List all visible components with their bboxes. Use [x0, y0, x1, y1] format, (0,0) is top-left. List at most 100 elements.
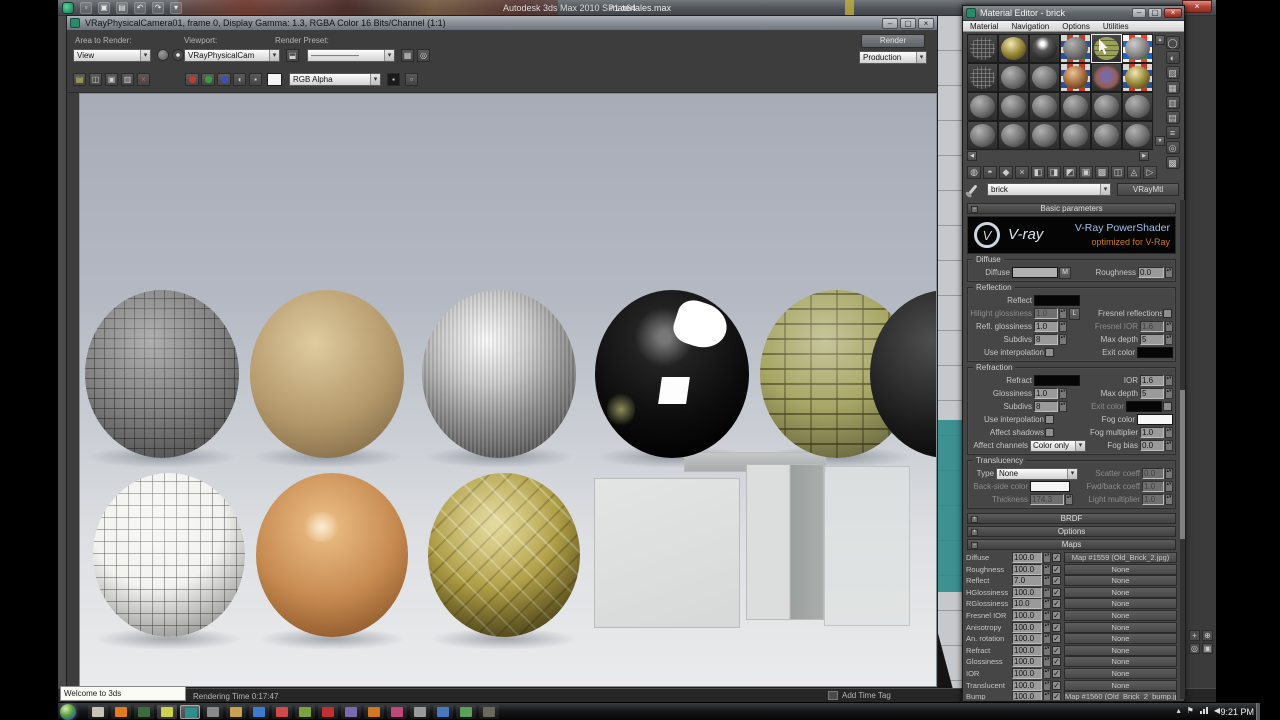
use-interpolation-checkbox[interactable]: [1045, 348, 1054, 357]
material-slot-gray[interactable]: [1029, 92, 1060, 121]
parameters-scrollbar[interactable]: [1180, 200, 1185, 699]
video-color-check-icon[interactable]: ▥: [1165, 96, 1180, 109]
green-channel-icon[interactable]: [201, 73, 215, 86]
taskbar-icon-flash[interactable]: [318, 705, 338, 719]
material-slot-gray[interactable]: [1122, 121, 1153, 150]
fog-bias-field[interactable]: 0.0: [1140, 440, 1164, 451]
show-end-result-icon[interactable]: ◫: [1111, 166, 1125, 179]
map-enable-checkbox[interactable]: ✓: [1052, 610, 1061, 620]
scroll-left-icon[interactable]: ◀: [967, 151, 977, 161]
layer-view-icon[interactable]: ▪: [387, 73, 400, 86]
map-slot-button[interactable]: None: [1064, 656, 1177, 668]
map-enable-checkbox[interactable]: ✓: [1052, 657, 1061, 667]
map-amount-field[interactable]: 100.0: [1012, 586, 1042, 598]
make-preview-icon[interactable]: ▤: [1165, 111, 1180, 124]
close-button[interactable]: ×: [918, 18, 934, 29]
subdivs-field[interactable]: 8: [1034, 401, 1058, 412]
lock-viewport-icon[interactable]: ⬓: [286, 49, 299, 62]
orbit-icon[interactable]: ◎: [1189, 643, 1200, 654]
material-slot-gray[interactable]: [1029, 121, 1060, 150]
spinner[interactable]: ▴▾: [1043, 656, 1051, 668]
taskbar-icon-app-dark[interactable]: [479, 705, 499, 719]
taskbar-icon-premiere[interactable]: [433, 705, 453, 719]
spinner[interactable]: ▴▾: [1043, 691, 1051, 700]
scroll-right-icon[interactable]: ▶: [1139, 151, 1149, 161]
menu-navigation[interactable]: Navigation: [1011, 22, 1049, 31]
viewport-dropdown[interactable]: VRayPhysicalCam: [184, 49, 280, 62]
spinner[interactable]: ▴▾: [1043, 586, 1051, 598]
affect-shadows-checkbox[interactable]: [1045, 428, 1054, 437]
taskbar-icon-folder[interactable]: [226, 705, 246, 719]
get-material-icon[interactable]: ◍: [967, 166, 981, 179]
max-depth-field[interactable]: 5: [1140, 388, 1164, 399]
taskbar-icon-after-effects[interactable]: [341, 705, 361, 719]
maximize-viewport-icon[interactable]: ▣: [1202, 643, 1213, 654]
spinner[interactable]: ▴▾: [1043, 575, 1051, 587]
fresnel-ior-field[interactable]: 1.6: [1140, 321, 1164, 332]
close-button[interactable]: ×: [1164, 8, 1182, 18]
background-color-swatch[interactable]: [267, 73, 282, 86]
action-center-flag-icon[interactable]: ⚑: [1187, 706, 1194, 715]
map-slot-button[interactable]: None: [1064, 563, 1177, 575]
rollout-maps[interactable]: − Maps: [967, 539, 1176, 550]
go-to-parent-icon[interactable]: ◬: [1127, 166, 1141, 179]
area-to-render-dropdown[interactable]: View: [73, 49, 151, 62]
maximize-button[interactable]: ▢: [1148, 8, 1162, 18]
taskbar-icon-3ds-max[interactable]: [180, 705, 200, 719]
start-button[interactable]: [60, 704, 76, 720]
spinner[interactable]: ▴▾: [1165, 267, 1173, 278]
pick-material-eyedropper-icon[interactable]: [967, 184, 978, 196]
map-slot-button[interactable]: None: [1064, 609, 1177, 621]
make-unique-icon[interactable]: ◨: [1047, 166, 1061, 179]
go-forward-sibling-icon[interactable]: ▷: [1143, 166, 1157, 179]
sample-uv-tiling-icon[interactable]: ▦: [1165, 81, 1180, 94]
translucency-type-dropdown[interactable]: None: [996, 467, 1078, 480]
material-slot-gray[interactable]: [998, 63, 1029, 92]
taskbar-icon-app-red[interactable]: [272, 705, 292, 719]
map-enable-checkbox[interactable]: ✓: [1052, 553, 1061, 562]
save-image-icon[interactable]: ▤: [73, 73, 86, 86]
spinner[interactable]: ▴▾: [1043, 598, 1051, 610]
map-slot-button[interactable]: None: [1064, 575, 1177, 587]
redo-icon[interactable]: ↷: [152, 2, 164, 14]
minimize-button[interactable]: –: [882, 18, 898, 29]
rollout-basic-parameters[interactable]: − Basic parameters: [967, 203, 1176, 214]
map-amount-field[interactable]: 100.0: [1012, 679, 1042, 691]
map-enable-checkbox[interactable]: ✓: [1052, 587, 1061, 597]
refract-color-swatch[interactable]: [1034, 375, 1080, 386]
spinner[interactable]: ▴▾: [1043, 552, 1051, 563]
map-amount-field[interactable]: 100.0: [1012, 552, 1042, 563]
taskbar-clock[interactable]: 9:21 PM: [1220, 707, 1254, 717]
spinner[interactable]: ▴▾: [1043, 563, 1051, 575]
toggle-ui-icon[interactable]: ▫: [405, 73, 418, 86]
show-desktop-button[interactable]: [1256, 703, 1260, 720]
taskbar-icon-explorer[interactable]: [88, 705, 108, 719]
map-slot-button[interactable]: None: [1064, 644, 1177, 656]
tray-expand-icon[interactable]: ▴: [1177, 706, 1181, 715]
menu-material[interactable]: Material: [970, 22, 998, 31]
clone-frame-icon[interactable]: ▣: [105, 73, 118, 86]
taskbar-icon-indesign[interactable]: [387, 705, 407, 719]
map-enable-checkbox[interactable]: ✓: [1052, 680, 1061, 690]
zoom-icon[interactable]: ⊕: [1202, 630, 1213, 641]
render-window-titlebar[interactable]: VRayPhysicalCamera01, frame 0, Display G…: [67, 16, 937, 31]
alpha-channel-icon[interactable]: ▪: [249, 73, 262, 86]
put-to-scene-icon[interactable]: ◓: [983, 166, 997, 179]
use-interpolation-checkbox[interactable]: [1045, 415, 1054, 424]
taskbar-icon-app-green[interactable]: [134, 705, 154, 719]
fresnel-reflections-checkbox[interactable]: [1163, 309, 1172, 318]
network-signal-icon[interactable]: [1199, 707, 1208, 714]
put-to-library-icon[interactable]: ◩: [1063, 166, 1077, 179]
show-map-in-viewport-icon[interactable]: ▩: [1095, 166, 1109, 179]
scatter-coeff-field[interactable]: 0.0: [1142, 468, 1164, 479]
taskbar-icon-app-gray[interactable]: [410, 705, 430, 719]
taskbar-icon-illustrator[interactable]: [364, 705, 384, 719]
hilight-glossiness-field[interactable]: 1.0: [1034, 308, 1058, 319]
spinner[interactable]: ▴▾: [1043, 644, 1051, 656]
material-slot-bronze-checker[interactable]: [1060, 63, 1091, 92]
fwd-back-coeff-field[interactable]: 1.0: [1142, 481, 1164, 492]
material-slot-checker-bright[interactable]: [1122, 34, 1153, 63]
app-close-button[interactable]: ×: [1182, 0, 1212, 13]
pan-icon[interactable]: +: [1189, 630, 1200, 641]
edit-region-icon[interactable]: [157, 49, 169, 61]
